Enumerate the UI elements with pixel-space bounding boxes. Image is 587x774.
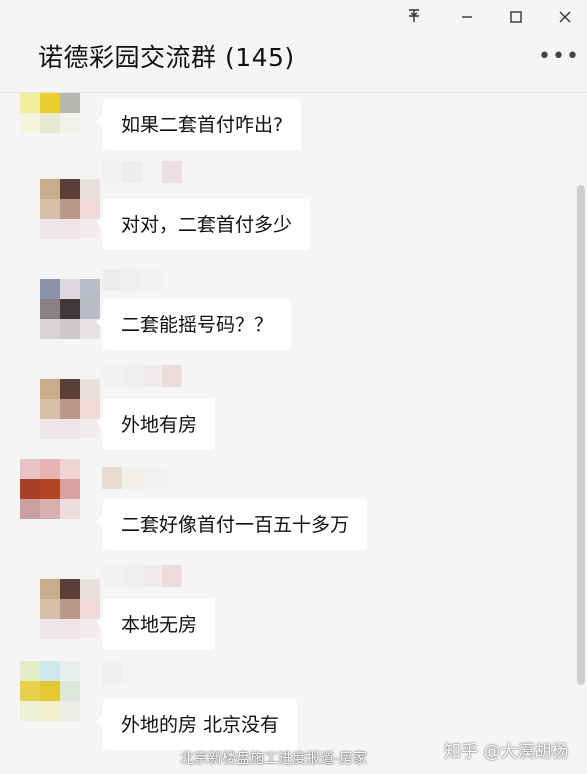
chat-message-list[interactable]: 如果二套首付咋出? 对对，二套首付多少 二套能摇号码？？ 外地有房 二套好像首付… — [0, 93, 587, 774]
sender-name — [102, 161, 182, 183]
watermark-left: 北京新楼盘施工进度报道-房家 — [180, 751, 368, 767]
scrollbar-thumb[interactable] — [577, 185, 585, 685]
message-text: 对对，二套首付多少 — [121, 214, 293, 236]
pin-icon[interactable] — [403, 8, 425, 30]
avatar[interactable] — [20, 459, 80, 519]
title-bar: 诺德彩园交流群 (145) ••• — [0, 0, 587, 93]
message-bubble[interactable]: 对对，二套首付多少 — [95, 199, 311, 250]
message-bubble[interactable]: 如果二套首付咋出? — [95, 99, 302, 150]
avatar[interactable] — [20, 93, 80, 133]
maximize-icon[interactable] — [505, 8, 527, 30]
message-text: 如果二套首付咋出? — [121, 114, 284, 136]
sender-name — [102, 365, 182, 387]
message-bubble[interactable]: 二套好像首付一百五十多万 — [95, 499, 368, 550]
message-text: 本地无房 — [121, 614, 198, 636]
avatar[interactable] — [40, 379, 100, 439]
avatar[interactable] — [40, 579, 100, 639]
sender-name — [102, 269, 162, 291]
minimize-icon[interactable] — [456, 8, 478, 30]
message-text: 外地有房 — [121, 414, 198, 436]
avatar[interactable] — [40, 279, 100, 339]
close-icon[interactable] — [554, 8, 576, 30]
avatar[interactable] — [20, 661, 80, 721]
message-text: 二套能摇号码？？ — [121, 314, 274, 336]
message-text: 二套好像首付一百五十多万 — [121, 514, 350, 536]
watermark-right: 知乎 @大漠胡杨 — [444, 742, 569, 762]
message-bubble[interactable]: 本地无房 — [95, 599, 216, 650]
sender-name — [102, 467, 182, 489]
chat-title: 诺德彩园交流群 (145) — [38, 43, 295, 72]
message-bubble[interactable]: 二套能摇号码？？ — [95, 299, 292, 350]
avatar[interactable] — [40, 179, 100, 239]
sender-name — [102, 565, 182, 587]
message-text: 外地的房 北京没有 — [121, 714, 280, 736]
more-icon[interactable]: ••• — [538, 46, 580, 68]
message-bubble[interactable]: 外地的房 北京没有 — [95, 699, 298, 750]
message-bubble[interactable]: 外地有房 — [95, 399, 216, 450]
sender-name — [102, 663, 142, 685]
